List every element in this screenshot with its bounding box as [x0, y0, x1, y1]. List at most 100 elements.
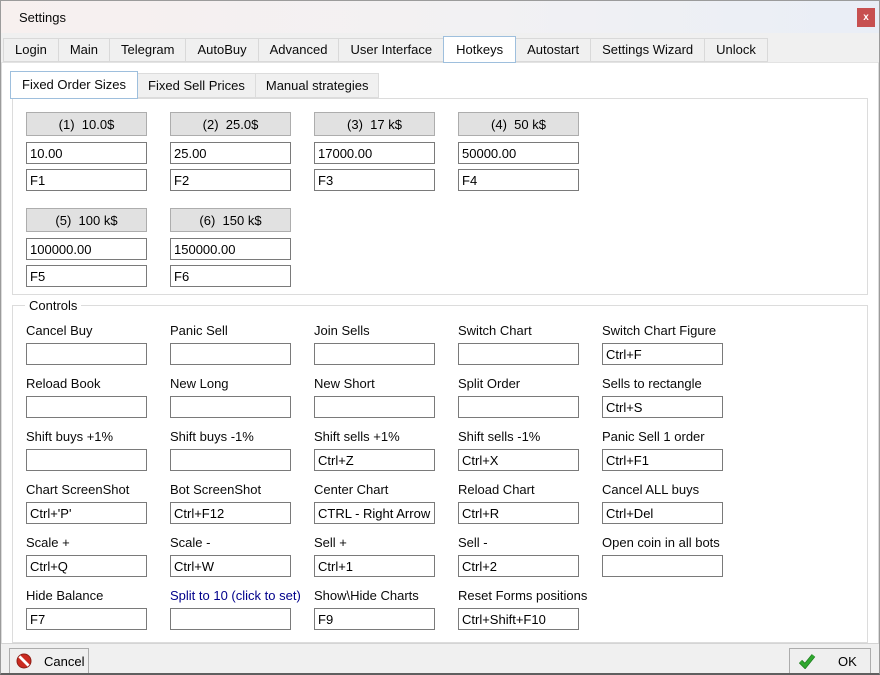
split-to-10-input[interactable]: [170, 608, 291, 630]
tab-autostart[interactable]: Autostart: [515, 38, 591, 62]
ok-button-label: OK: [838, 654, 857, 669]
shift-buys-plus-1-input[interactable]: [26, 449, 147, 471]
bot-screenshot-input[interactable]: [170, 502, 291, 524]
order-size-hotkey-4[interactable]: [458, 169, 579, 191]
subtab-fixed-order-sizes[interactable]: Fixed Order Sizes: [10, 71, 138, 99]
subtab-fixed-sell-prices[interactable]: Fixed Sell Prices: [137, 73, 256, 98]
order-size-button-3[interactable]: (3) 17 k$: [314, 112, 435, 136]
titlebar: Settings x: [1, 1, 879, 33]
sells-to-rectangle-input[interactable]: [602, 396, 723, 418]
scale-plus-input[interactable]: [26, 555, 147, 577]
tab-unlock[interactable]: Unlock: [704, 38, 768, 62]
center-chart-input[interactable]: [314, 502, 435, 524]
close-button[interactable]: x: [857, 8, 875, 27]
reset-forms-positions-input[interactable]: [458, 608, 579, 630]
hotkey-cell-center-chart: Center Chart: [314, 482, 435, 524]
cancel-button-label: Cancel: [44, 654, 84, 669]
hotkey-cell-hide-balance: Hide Balance: [26, 588, 147, 630]
hotkey-label: Bot ScreenShot: [170, 482, 291, 499]
ok-button[interactable]: OK: [789, 648, 871, 674]
order-size-hotkey-6[interactable]: [170, 265, 291, 287]
open-coin-in-all-bots-input[interactable]: [602, 555, 723, 577]
order-size-amount-4[interactable]: [458, 142, 579, 164]
order-size-button-5[interactable]: (5) 100 k$: [26, 208, 147, 232]
hotkey-label: Panic Sell: [170, 323, 291, 340]
order-size-amount-1[interactable]: [26, 142, 147, 164]
order-size-button-2[interactable]: (2) 25.0$: [170, 112, 291, 136]
tab-login[interactable]: Login: [3, 38, 59, 62]
order-size-hotkey-2[interactable]: [170, 169, 291, 191]
show-hide-charts-input[interactable]: [314, 608, 435, 630]
hotkey-cell-reload-book: Reload Book: [26, 376, 147, 418]
tab-hotkeys[interactable]: Hotkeys: [443, 36, 516, 63]
cancel-button[interactable]: Cancel: [9, 648, 89, 674]
hotkey-label: Shift buys +1%: [26, 429, 147, 446]
split-order-input[interactable]: [458, 396, 579, 418]
order-size-button-6[interactable]: (6) 150 k$: [170, 208, 291, 232]
controls-grid: Cancel Buy Panic Sell Join Sells Switch …: [26, 323, 867, 630]
panic-sell-1-order-input[interactable]: [602, 449, 723, 471]
hide-balance-input[interactable]: [26, 608, 147, 630]
hotkey-cell-switch-chart: Switch Chart: [458, 323, 579, 365]
order-size-hotkey-3[interactable]: [314, 169, 435, 191]
tab-autobuy[interactable]: AutoBuy: [185, 38, 258, 62]
hotkey-label: Scale +: [26, 535, 147, 552]
order-size-amount-3[interactable]: [314, 142, 435, 164]
hotkey-cell-new-short: New Short: [314, 376, 435, 418]
chart-screenshot-input[interactable]: [26, 502, 147, 524]
hotkey-cell-show-hide-charts: Show\Hide Charts: [314, 588, 435, 630]
sell-minus-input[interactable]: [458, 555, 579, 577]
hotkey-cell-open-coin-in-all-bots: Open coin in all bots: [602, 535, 723, 577]
join-sells-input[interactable]: [314, 343, 435, 365]
hotkey-label: Cancel ALL buys: [602, 482, 723, 499]
reload-chart-input[interactable]: [458, 502, 579, 524]
shift-sells-minus-1-input[interactable]: [458, 449, 579, 471]
tab-user-interface[interactable]: User Interface: [338, 38, 444, 62]
tab-main[interactable]: Main: [58, 38, 110, 62]
hotkey-cell-panic-sell: Panic Sell: [170, 323, 291, 365]
hotkey-label: Cancel Buy: [26, 323, 147, 340]
tab-telegram[interactable]: Telegram: [109, 38, 186, 62]
order-size-button-1[interactable]: (1) 10.0$: [26, 112, 147, 136]
cancel-all-buys-input[interactable]: [602, 502, 723, 524]
panic-sell-input[interactable]: [170, 343, 291, 365]
sell-plus-input[interactable]: [314, 555, 435, 577]
hotkey-label: Sell -: [458, 535, 579, 552]
order-size-hotkey-5[interactable]: [26, 265, 147, 287]
order-size-column-6: (6) 150 k$: [170, 208, 291, 287]
order-size-column-1: (1) 10.0$: [26, 112, 147, 191]
order-size-amount-2[interactable]: [170, 142, 291, 164]
cancel-buy-input[interactable]: [26, 343, 147, 365]
hotkey-label: Panic Sell 1 order: [602, 429, 723, 446]
hotkeys-tab-page: Fixed Order Sizes Fixed Sell Prices Manu…: [1, 62, 879, 643]
order-size-button-4[interactable]: (4) 50 k$: [458, 112, 579, 136]
switch-chart-input[interactable]: [458, 343, 579, 365]
scale-minus-input[interactable]: [170, 555, 291, 577]
hotkey-cell-cancel-buy: Cancel Buy: [26, 323, 147, 365]
subtab-manual-strategies[interactable]: Manual strategies: [255, 73, 380, 98]
tab-advanced[interactable]: Advanced: [258, 38, 340, 62]
order-size-hotkey-1[interactable]: [26, 169, 147, 191]
hotkey-cell-panic-sell-1-order: Panic Sell 1 order: [602, 429, 723, 471]
settings-window: Settings x Login Main Telegram AutoBuy A…: [0, 0, 880, 675]
shift-sells-plus-1-input[interactable]: [314, 449, 435, 471]
hotkey-cell-scale-minus: Scale -: [170, 535, 291, 577]
hotkey-cell-bot-screenshot: Bot ScreenShot: [170, 482, 291, 524]
split-to-10-link[interactable]: Split to 10 (click to set): [170, 588, 291, 605]
hotkey-label: Open coin in all bots: [602, 535, 723, 552]
hotkey-label: Reload Chart: [458, 482, 579, 499]
shift-buys-minus-1-input[interactable]: [170, 449, 291, 471]
new-short-input[interactable]: [314, 396, 435, 418]
new-long-input[interactable]: [170, 396, 291, 418]
order-size-amount-6[interactable]: [170, 238, 291, 260]
window-title: Settings: [19, 10, 66, 25]
order-size-amount-5[interactable]: [26, 238, 147, 260]
hotkey-cell-shift-sells-minus-1: Shift sells -1%: [458, 429, 579, 471]
switch-chart-figure-input[interactable]: [602, 343, 723, 365]
controls-groupbox: Controls Cancel Buy Panic Sell Join Sell…: [12, 305, 868, 643]
tab-settings-wizard[interactable]: Settings Wizard: [590, 38, 705, 62]
reload-book-input[interactable]: [26, 396, 147, 418]
hotkey-cell-shift-buys-plus-1: Shift buys +1%: [26, 429, 147, 471]
order-size-row-1: (1) 10.0$ (2) 25.0$ (3) 17 k$ (4) 50 k$: [26, 112, 867, 191]
hotkey-cell-scale-plus: Scale +: [26, 535, 147, 577]
